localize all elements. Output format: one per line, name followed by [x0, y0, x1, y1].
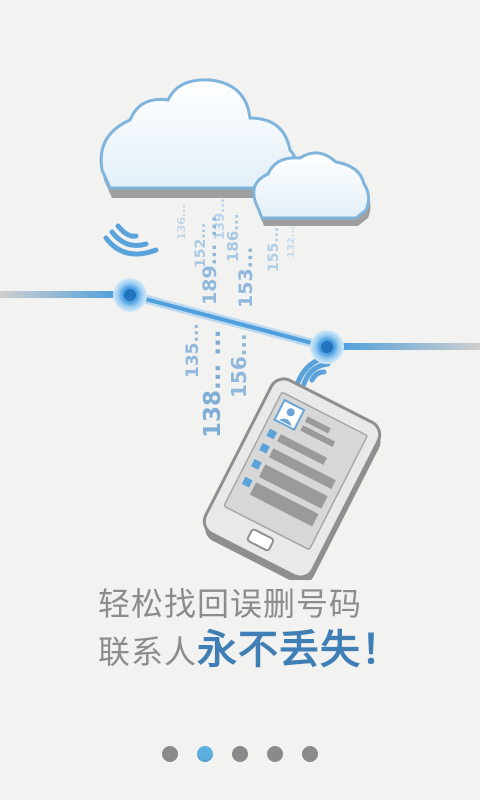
page-dot-5[interactable] [302, 746, 318, 762]
number-189: 189... ... [199, 215, 221, 305]
page-dot-1[interactable] [162, 746, 178, 762]
headline-prefix: 联系人 [98, 633, 198, 671]
number-138: 138... ... [200, 330, 226, 438]
number-136: 136... [175, 205, 188, 241]
page-dot-4[interactable] [267, 746, 283, 762]
number-153: 153... [235, 247, 257, 308]
wifi-signal-icon [103, 223, 159, 257]
sync-illustration: 136... 152... 139... 189... ... 186... 1… [0, 78, 480, 580]
guide-screen[interactable]: 136... 152... 139... 189... ... 186... 1… [0, 0, 480, 800]
number-156: 156... [227, 333, 251, 398]
page-dot-3[interactable] [232, 746, 248, 762]
number-132: 132... [286, 226, 297, 258]
headline: 轻松找回误删号码 联系人永不丢失！ [98, 584, 468, 682]
headline-line2: 联系人永不丢失！ [98, 626, 468, 682]
headline-emphasis: 永不丢失！ [197, 627, 403, 673]
page-indicator [0, 744, 480, 764]
number-155: 155... [266, 227, 282, 272]
page-dot-2[interactable] [197, 746, 213, 762]
headline-line1: 轻松找回误删号码 [98, 585, 363, 623]
